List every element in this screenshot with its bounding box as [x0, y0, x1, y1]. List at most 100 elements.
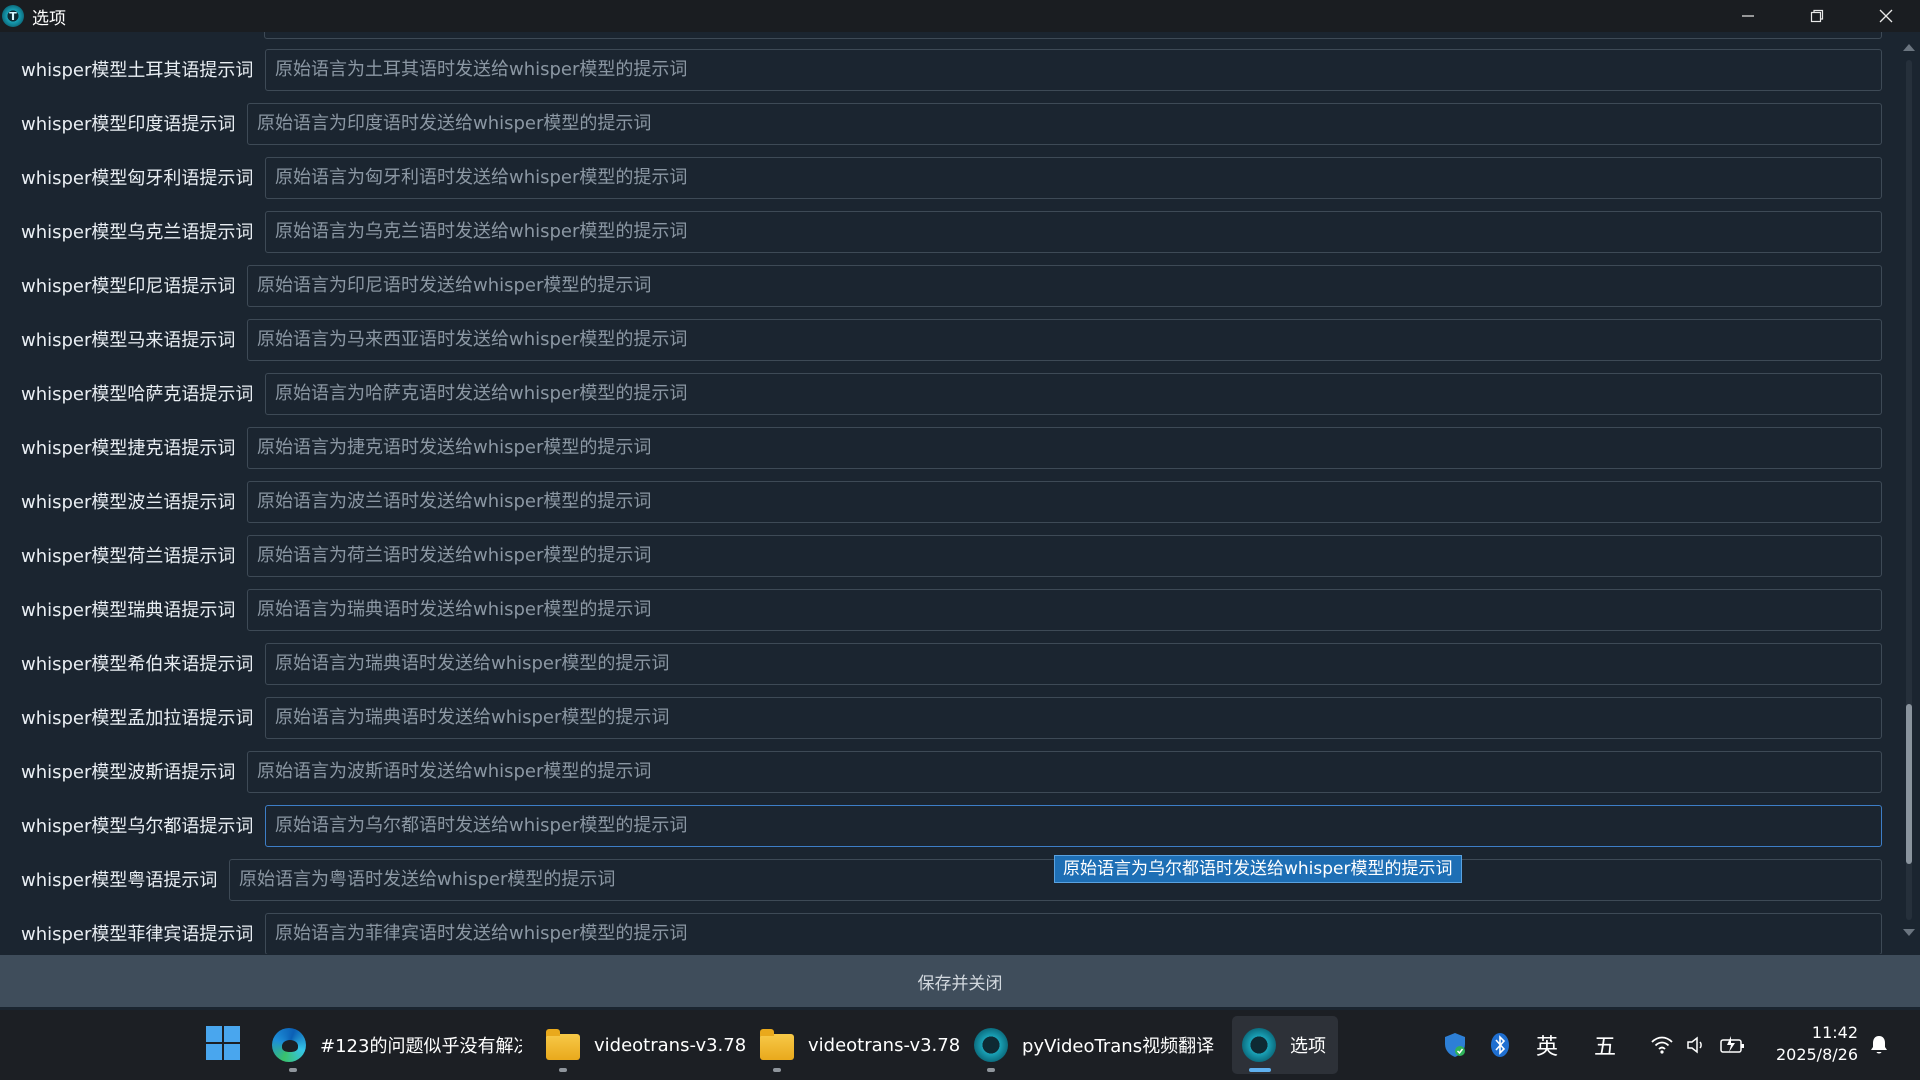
row-label: whisper模型马来语提示词: [21, 330, 236, 351]
clock-time: 11:42: [1811, 1023, 1858, 1042]
taskbar-item-folder-1[interactable]: videotrans-v3.78: [546, 1016, 746, 1074]
edge-browser-icon: [272, 1028, 306, 1062]
pyvideotrans-icon: [1242, 1028, 1276, 1062]
prompt-input[interactable]: 原始语言为波兰语时发送给whisper模型的提示词: [247, 481, 1882, 523]
row-label: whisper模型粤语提示词: [21, 870, 218, 891]
form-row: whisper模型匈牙利语提示词 原始语言为匈牙利语时发送给whisper模型的提…: [0, 156, 1884, 202]
prompt-input[interactable]: 原始语言为匈牙利语时发送给whisper模型的提示词: [265, 157, 1882, 199]
prompt-input[interactable]: 原始语言为瑞典语时发送给whisper模型的提示词: [247, 589, 1882, 631]
row-label: whisper模型哈萨克语提示词: [21, 384, 254, 405]
restore-icon: [1810, 9, 1823, 23]
scrollbar-track[interactable]: [1906, 60, 1912, 920]
form-row: whisper模型印度语提示词 原始语言为印度语时发送给whisper模型的提示词: [0, 102, 1884, 148]
form-row: whisper模型马来语提示词 原始语言为马来西亚语时发送给whisper模型的提…: [0, 318, 1884, 364]
taskbar-item-label: videotrans-v3.78: [594, 1034, 746, 1056]
security-shield-icon[interactable]: [1440, 1030, 1470, 1060]
row-label: whisper模型波斯语提示词: [21, 762, 236, 783]
row-label: whisper模型波兰语提示词: [21, 492, 236, 513]
prompt-input[interactable]: 原始语言为波斯语时发送给whisper模型的提示词: [247, 751, 1882, 793]
window-title: 选项: [32, 8, 66, 29]
system-clock[interactable]: 11:42 2025/8/26: [1770, 1022, 1858, 1066]
prompt-input[interactable]: 原始语言为菲律宾语时发送给whisper模型的提示词: [265, 913, 1882, 954]
scrollbar-thumb[interactable]: [1906, 704, 1912, 864]
form-row: whisper模型印尼语提示词 原始语言为印尼语时发送给whisper模型的提示词: [0, 264, 1884, 310]
row-label: whisper模型匈牙利语提示词: [21, 168, 254, 189]
form-row: whisper模型菲律宾语提示词 原始语言为菲律宾语时发送给whisper模型的提…: [0, 912, 1884, 954]
form-row: whisper模型粤语提示词 原始语言为粤语时发送给whisper模型的提示词: [0, 858, 1884, 904]
row-label: whisper模型孟加拉语提示词: [21, 708, 254, 729]
prompt-input[interactable]: 原始语言为乌克兰语时发送给whisper模型的提示词: [265, 211, 1882, 253]
prompt-input[interactable]: 原始语言为印尼语时发送给whisper模型的提示词: [247, 265, 1882, 307]
minimize-button[interactable]: [1713, 0, 1782, 32]
running-indicator: [289, 1068, 297, 1072]
prompt-input[interactable]: [264, 32, 1882, 39]
form-row: whisper模型波兰语提示词 原始语言为波兰语时发送给whisper模型的提示词: [0, 480, 1884, 526]
row-label: whisper模型菲律宾语提示词: [21, 924, 254, 945]
notification-bell-icon[interactable]: [1866, 1030, 1892, 1060]
wifi-icon[interactable]: [1648, 1030, 1676, 1060]
folder-icon: [760, 1029, 794, 1060]
volume-icon[interactable]: [1684, 1030, 1710, 1060]
form-row: whisper模型希伯来语提示词 原始语言为瑞典语时发送给whisper模型的提示…: [0, 642, 1884, 688]
close-icon: [1879, 9, 1892, 23]
scroll-down-arrow-icon[interactable]: [1903, 929, 1915, 936]
app-icon: T: [2, 5, 24, 27]
row-label: whisper模型印度语提示词: [21, 114, 236, 135]
bluetooth-icon[interactable]: [1488, 1030, 1512, 1060]
prompt-input[interactable]: 原始语言为印度语时发送给whisper模型的提示词: [247, 103, 1882, 145]
window-controls: [1713, 0, 1920, 32]
vertical-scrollbar[interactable]: [1898, 40, 1920, 940]
row-label: whisper模型捷克语提示词: [21, 438, 236, 459]
row-label: whisper模型乌尔都语提示词: [21, 816, 254, 837]
taskbar-item-label: pyVideoTrans视频翻译配音: [1022, 1036, 1214, 1057]
taskbar-item-folder-2[interactable]: videotrans-v3.78: [760, 1016, 960, 1074]
clock-date: 2025/8/26: [1775, 1045, 1858, 1064]
taskbar-item-label: #123的问题似乎没有解决: [320, 1036, 522, 1057]
running-indicator: [773, 1068, 781, 1072]
form-row: whisper模型孟加拉语提示词 原始语言为瑞典语时发送给whisper模型的提示…: [0, 696, 1884, 742]
folder-icon: [546, 1029, 580, 1060]
pyvideotrans-icon: [974, 1028, 1008, 1062]
taskbar: #123的问题似乎没有解决 videotrans-v3.78 videotran…: [0, 1010, 1920, 1080]
battery-charging-icon[interactable]: [1718, 1030, 1748, 1060]
prompt-input[interactable]: 原始语言为马来西亚语时发送给whisper模型的提示词: [247, 319, 1882, 361]
form-row: whisper模型土耳其语提示词 原始语言为土耳其语时发送给whisper模型的提…: [0, 48, 1884, 94]
scroll-up-arrow-icon[interactable]: [1903, 44, 1915, 51]
restore-button[interactable]: [1782, 0, 1851, 32]
form-row: whisper模型捷克语提示词 原始语言为捷克语时发送给whisper模型的提示词: [0, 426, 1884, 472]
ime-language-indicator[interactable]: 英: [1532, 1030, 1562, 1060]
row-label: whisper模型瑞典语提示词: [21, 600, 236, 621]
prompt-input[interactable]: 原始语言为乌尔都语时发送给whisper模型的提示词: [265, 805, 1882, 847]
form-row: whisper模型哈萨克语提示词 原始语言为哈萨克语时发送给whisper模型的提…: [0, 372, 1884, 418]
row-label: whisper模型乌克兰语提示词: [21, 222, 254, 243]
row-label: whisper模型希伯来语提示词: [21, 654, 254, 675]
title-bar[interactable]: T 选项: [0, 0, 1920, 32]
running-indicator: [559, 1068, 567, 1072]
taskbar-item-label: videotrans-v3.78: [808, 1034, 960, 1056]
windows-start-icon[interactable]: [206, 1026, 242, 1062]
form-row: whisper模型乌尔都语提示词 原始语言为乌尔都语时发送给whisper模型的提…: [0, 804, 1884, 850]
prompt-input[interactable]: 原始语言为土耳其语时发送给whisper模型的提示词: [265, 49, 1882, 91]
taskbar-item-browser[interactable]: #123的问题似乎没有解决: [272, 1016, 522, 1074]
row-label: whisper模型土耳其语提示词: [21, 60, 254, 81]
form-row: whisper模型乌克兰语提示词 原始语言为乌克兰语时发送给whisper模型的提…: [0, 210, 1884, 256]
prompt-input[interactable]: 原始语言为瑞典语时发送给whisper模型的提示词: [265, 697, 1882, 739]
running-indicator: [987, 1068, 995, 1072]
prompt-input[interactable]: 原始语言为荷兰语时发送给whisper模型的提示词: [247, 535, 1882, 577]
prompt-input[interactable]: 原始语言为捷克语时发送给whisper模型的提示词: [247, 427, 1882, 469]
row-label: whisper模型荷兰语提示词: [21, 546, 236, 567]
active-indicator: [1249, 1068, 1271, 1072]
close-button[interactable]: [1851, 0, 1920, 32]
taskbar-item-options[interactable]: 选项: [1232, 1016, 1338, 1074]
prompt-input[interactable]: 原始语言为瑞典语时发送给whisper模型的提示词: [265, 643, 1882, 685]
prompt-input[interactable]: 原始语言为哈萨克语时发送给whisper模型的提示词: [265, 373, 1882, 415]
form-row: whisper模型波斯语提示词 原始语言为波斯语时发送给whisper模型的提示词: [0, 750, 1884, 796]
row-label: whisper模型印尼语提示词: [21, 276, 236, 297]
ime-mode-indicator[interactable]: 五: [1590, 1030, 1620, 1060]
tooltip: 原始语言为乌尔都语时发送给whisper模型的提示词: [1054, 855, 1462, 883]
taskbar-item-pyvideotrans[interactable]: pyVideoTrans视频翻译配音: [974, 1016, 1214, 1074]
form-row: whisper模型荷兰语提示词 原始语言为荷兰语时发送给whisper模型的提示词: [0, 534, 1884, 580]
options-window: T 选项 whisper模型土耳其语提示词 原始语言为土耳其语时发送给whispe…: [0, 0, 1920, 1080]
taskbar-item-label: 选项: [1290, 1036, 1326, 1057]
save-and-close-button[interactable]: 保存并关闭: [0, 955, 1920, 1007]
